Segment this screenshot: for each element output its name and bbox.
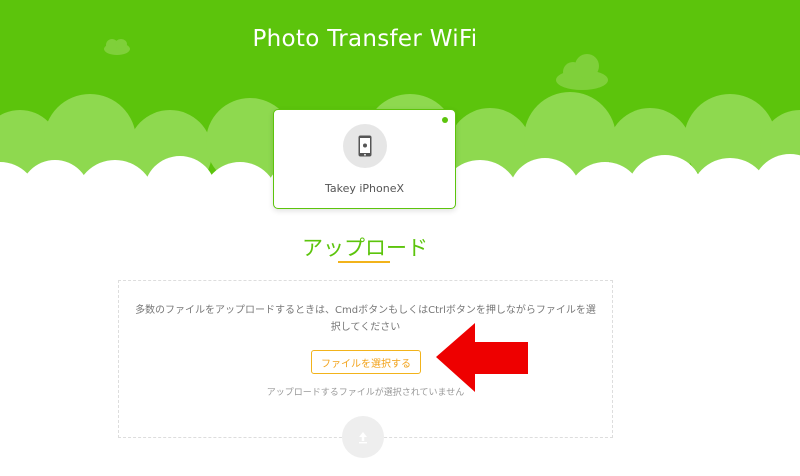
- title-underline: [338, 261, 390, 263]
- upload-dropzone[interactable]: 多数のファイルをアップロードするときは、CmdボタンもしくはCtrlボタンを押し…: [118, 280, 613, 438]
- device-avatar: [343, 124, 387, 168]
- device-name: Takey iPhoneX: [324, 182, 405, 195]
- iphone-icon: [358, 135, 372, 157]
- choose-file-button[interactable]: ファイルを選択する: [311, 350, 421, 374]
- upload-arrow-icon: [359, 432, 367, 444]
- device-card[interactable]: Takey iPhoneX: [273, 109, 456, 209]
- page: Photo Transfer WiFi Takey iPhoneX アップロード…: [0, 0, 800, 476]
- red-arrow-icon: [436, 323, 528, 392]
- no-file-selected-text: アップロードするファイルが選択されていません: [266, 388, 465, 398]
- upload-button[interactable]: [342, 416, 384, 458]
- upload-section-title: アップロード: [302, 236, 428, 260]
- app-title: Photo Transfer WiFi: [252, 26, 478, 52]
- connection-status-dot: [442, 117, 448, 123]
